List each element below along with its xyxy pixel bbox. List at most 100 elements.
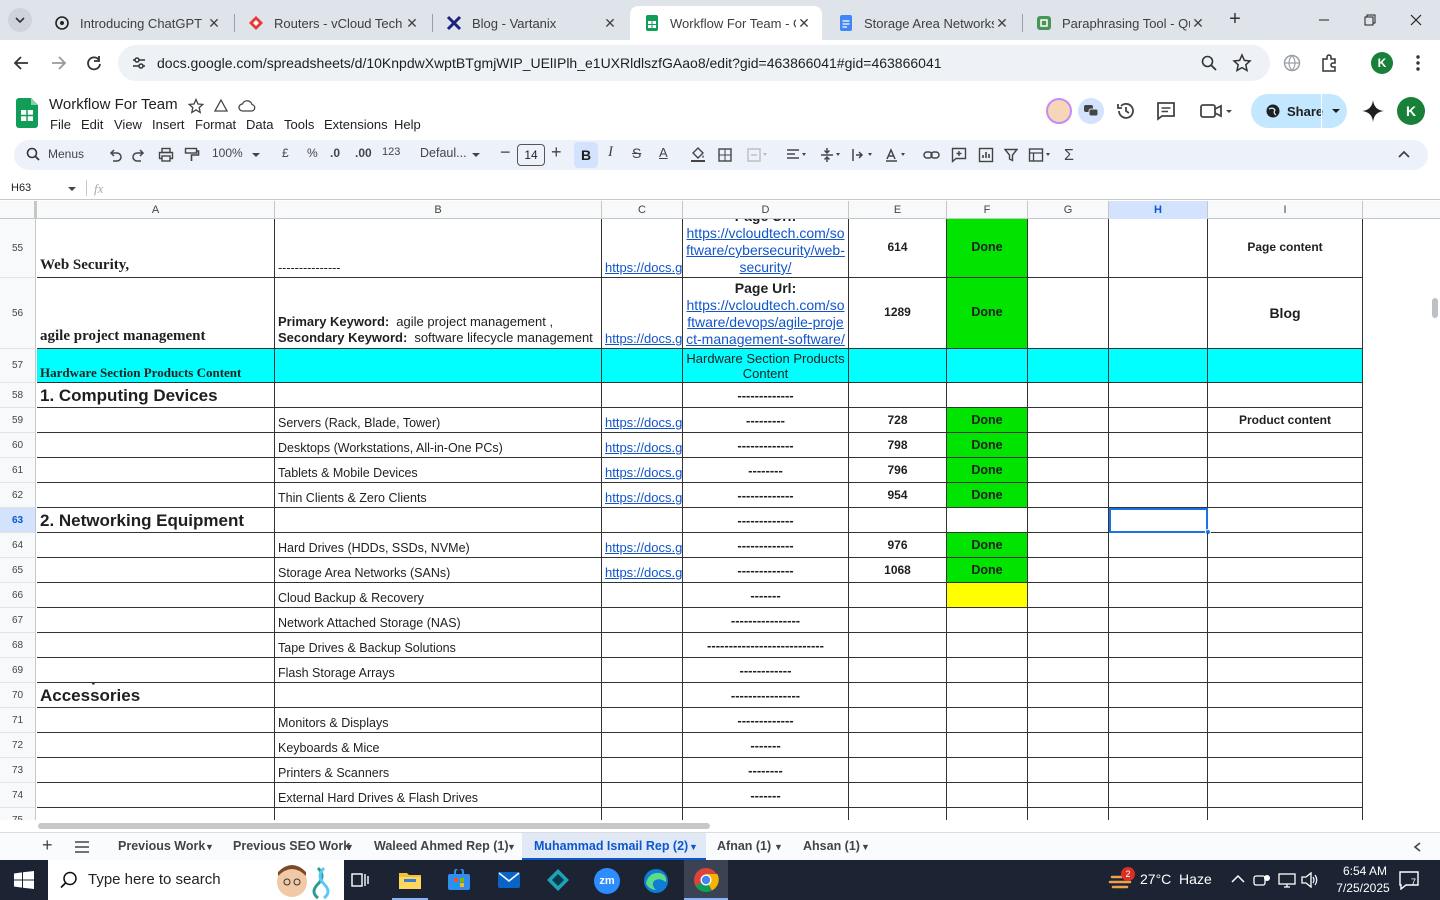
page-url-link[interactable]: https://vcloudtech.com/software/cybersec… bbox=[686, 225, 845, 276]
comments-icon[interactable] bbox=[1156, 101, 1176, 121]
text-color-button[interactable]: A bbox=[659, 145, 668, 160]
cell-b-73[interactable]: Printers & Scanners bbox=[275, 758, 602, 783]
sheet-tab-afnan[interactable]: Afnan (1) bbox=[717, 839, 771, 853]
cell-f-75[interactable] bbox=[947, 808, 1028, 820]
doc-link[interactable]: https://docs.g bbox=[605, 415, 682, 430]
cell-g-63[interactable] bbox=[1028, 508, 1109, 533]
menu-data[interactable]: Data bbox=[246, 117, 273, 132]
row-header[interactable]: 65 bbox=[0, 558, 36, 583]
cell-e-69[interactable] bbox=[849, 658, 947, 683]
cell-f-62[interactable]: Done bbox=[947, 483, 1028, 508]
column-header-e[interactable]: E bbox=[849, 201, 947, 219]
cell-g-75[interactable] bbox=[1028, 808, 1109, 820]
cell-a-61[interactable] bbox=[37, 458, 275, 483]
browser-tab-quillbot[interactable]: Paraphrasing Tool - Qui ✕ bbox=[1022, 6, 1216, 40]
row-header[interactable]: 56 bbox=[0, 278, 36, 349]
mail-icon[interactable] bbox=[497, 870, 521, 890]
menu-extensions[interactable]: Extensions bbox=[324, 117, 388, 132]
cell-d-62[interactable]: ------------- bbox=[683, 483, 849, 508]
cell-f-69[interactable] bbox=[947, 658, 1028, 683]
cell-c-58[interactable] bbox=[602, 383, 683, 408]
tab-search-button[interactable] bbox=[8, 8, 32, 32]
cell-f-58[interactable] bbox=[947, 383, 1028, 408]
filter-views-icon[interactable] bbox=[1028, 147, 1054, 163]
cell-g-69[interactable] bbox=[1028, 658, 1109, 683]
cell-b-71[interactable]: Monitors & Displays bbox=[275, 708, 602, 733]
cell-i-55[interactable]: Page content bbox=[1208, 219, 1363, 278]
cell-h-62[interactable] bbox=[1109, 483, 1208, 508]
formula-input[interactable] bbox=[112, 179, 1432, 198]
cell-e-59[interactable]: 728 bbox=[849, 408, 947, 433]
row-header[interactable]: 55 bbox=[0, 219, 36, 278]
cell-c-69[interactable] bbox=[602, 658, 683, 683]
cell-a-64[interactable] bbox=[37, 533, 275, 558]
align-left-icon[interactable] bbox=[786, 148, 810, 162]
notification-center-icon[interactable]: 7 bbox=[1398, 870, 1420, 890]
cell-h-55[interactable] bbox=[1109, 219, 1208, 278]
cell-e-70[interactable] bbox=[849, 683, 947, 708]
page-url-link[interactable]: https://vcloudtech.com/software/devops/a… bbox=[686, 297, 845, 348]
cell-b-63[interactable] bbox=[275, 508, 602, 533]
cell-a-73[interactable] bbox=[37, 758, 275, 783]
close-icon[interactable]: ✕ bbox=[602, 15, 618, 32]
cell-g-71[interactable] bbox=[1028, 708, 1109, 733]
cell-a-67[interactable] bbox=[37, 608, 275, 633]
cell-f-71[interactable] bbox=[947, 708, 1028, 733]
cell-c-55[interactable]: https://docs.g bbox=[602, 219, 683, 278]
site-info-icon[interactable] bbox=[130, 54, 148, 72]
menu-tools[interactable]: Tools bbox=[284, 117, 314, 132]
cell-i-73[interactable] bbox=[1208, 758, 1363, 783]
cell-g-61[interactable] bbox=[1028, 458, 1109, 483]
new-tab-button[interactable]: + bbox=[1224, 8, 1246, 30]
browser-tab-routers[interactable]: Routers - vCloud Tech ✕ bbox=[234, 6, 430, 40]
row-header[interactable]: 75 bbox=[0, 808, 36, 820]
italic-button[interactable]: I bbox=[608, 144, 613, 161]
column-header-a[interactable]: A bbox=[37, 201, 275, 219]
column-header-b[interactable]: B bbox=[275, 201, 602, 219]
increase-decimal-button[interactable]: .00 bbox=[355, 146, 372, 160]
cell-i-65[interactable] bbox=[1208, 558, 1363, 583]
cell-f-72[interactable] bbox=[947, 733, 1028, 758]
cell-h-71[interactable] bbox=[1109, 708, 1208, 733]
browser-tab-vartanix[interactable]: Blog - Vartanix ✕ bbox=[432, 6, 628, 40]
doc-link[interactable]: https://docs.g bbox=[605, 565, 682, 580]
cell-i-70[interactable] bbox=[1208, 683, 1363, 708]
collapse-sidebar-icon[interactable] bbox=[1413, 842, 1421, 852]
doc-link[interactable]: https://docs.g bbox=[605, 260, 682, 275]
cell-c-67[interactable] bbox=[602, 608, 683, 633]
row-header[interactable]: 57 bbox=[0, 349, 36, 383]
meet-chat-icon[interactable] bbox=[1078, 98, 1104, 124]
sheets-logo-icon[interactable] bbox=[16, 98, 38, 128]
more-formats-button[interactable]: 123 bbox=[382, 146, 400, 158]
cell-e-64[interactable]: 976 bbox=[849, 533, 947, 558]
close-icon[interactable]: ✕ bbox=[404, 15, 420, 32]
cell-a-69[interactable] bbox=[37, 658, 275, 683]
cell-i-61[interactable] bbox=[1208, 458, 1363, 483]
cell-c-75[interactable] bbox=[602, 808, 683, 820]
task-view-icon[interactable] bbox=[350, 871, 370, 889]
cell-h-68[interactable] bbox=[1109, 633, 1208, 658]
cell-i-69[interactable] bbox=[1208, 658, 1363, 683]
decrease-decimal-button[interactable]: .0 bbox=[330, 146, 340, 160]
doc-link[interactable]: https://docs.g bbox=[605, 490, 682, 505]
cell-g-73[interactable] bbox=[1028, 758, 1109, 783]
cell-d-57[interactable]: Hardware Section Products Content bbox=[683, 349, 849, 383]
cell-d-58[interactable]: ------------- bbox=[683, 383, 849, 408]
cell-b-75[interactable] bbox=[275, 808, 602, 820]
row-header[interactable]: 60 bbox=[0, 433, 36, 458]
bookmark-star-icon[interactable] bbox=[1232, 53, 1252, 73]
cell-h-61[interactable] bbox=[1109, 458, 1208, 483]
cell-f-65[interactable]: Done bbox=[947, 558, 1028, 583]
cell-c-71[interactable] bbox=[602, 708, 683, 733]
percent-format-button[interactable]: % bbox=[307, 146, 318, 160]
column-header-j[interactable] bbox=[1363, 201, 1440, 219]
cell-d-72[interactable]: ------- bbox=[683, 733, 849, 758]
cell-f-73[interactable] bbox=[947, 758, 1028, 783]
column-header-h[interactable]: H bbox=[1109, 201, 1208, 219]
meet-now-icon[interactable] bbox=[1253, 872, 1271, 888]
cell-b-59[interactable]: Servers (Rack, Blade, Tower) bbox=[275, 408, 602, 433]
cell-h-70[interactable] bbox=[1109, 683, 1208, 708]
cell-i-67[interactable] bbox=[1208, 608, 1363, 633]
search-menus-button[interactable]: Menus bbox=[26, 147, 84, 161]
cell-e-61[interactable]: 796 bbox=[849, 458, 947, 483]
